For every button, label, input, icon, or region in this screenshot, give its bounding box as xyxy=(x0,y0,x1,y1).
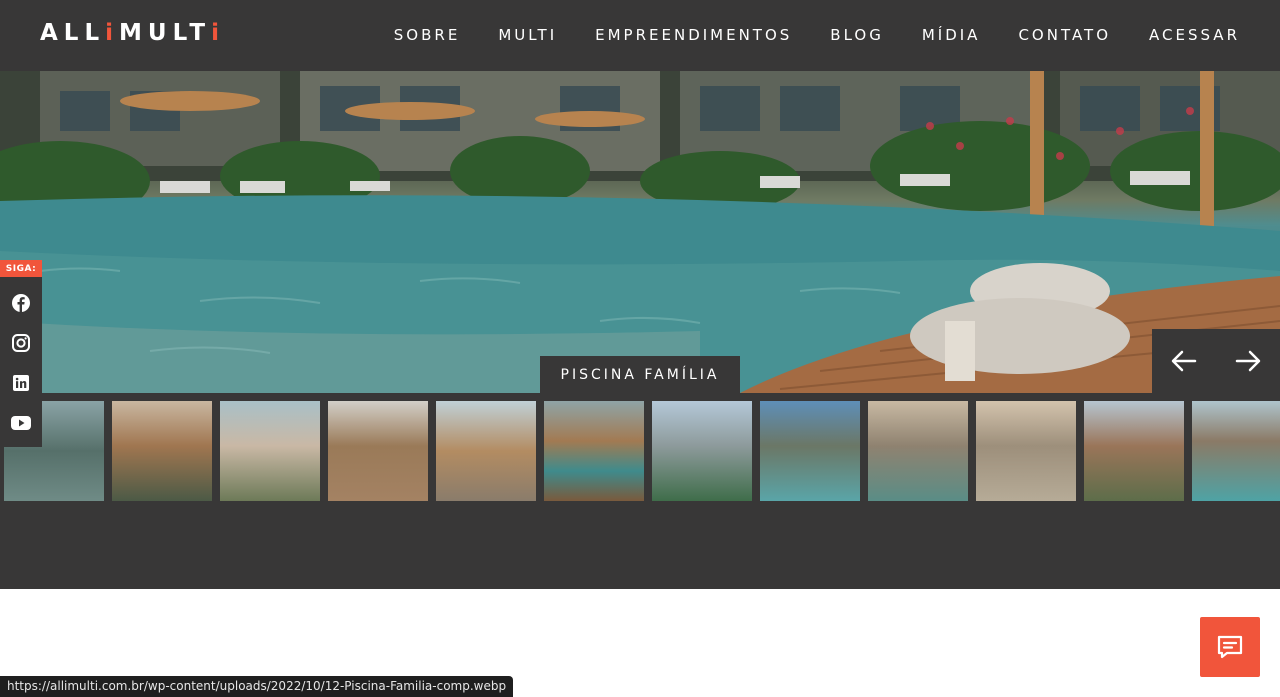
social-sidebar: SIGA: xyxy=(0,260,42,447)
logo-text-part2: MULTi xyxy=(119,20,226,46)
nav-item-contato[interactable]: CONTATO xyxy=(1018,24,1111,46)
social-label: SIGA: xyxy=(0,260,42,277)
facebook-icon xyxy=(12,294,30,312)
prev-slide-button[interactable] xyxy=(1152,329,1216,393)
logo-text-part1: ALLi xyxy=(40,20,120,46)
thumbnail[interactable] xyxy=(1084,401,1184,501)
thumbnail[interactable] xyxy=(220,401,320,501)
thumbnail[interactable] xyxy=(652,401,752,501)
nav-item-acessar[interactable]: ACESSAR xyxy=(1149,24,1240,46)
thumbnail[interactable] xyxy=(760,401,860,501)
logo-accent-letter: i xyxy=(105,20,120,46)
thumbnail[interactable] xyxy=(976,401,1076,501)
thumbnail[interactable] xyxy=(544,401,644,501)
arrow-right-icon xyxy=(1235,350,1261,372)
logo-accent-letter: i xyxy=(211,20,226,46)
gallery-section: PISCINA FAMÍLIA xyxy=(0,71,1280,589)
thumbnail[interactable] xyxy=(868,401,968,501)
arrow-left-icon xyxy=(1171,350,1197,372)
youtube-icon xyxy=(11,416,31,430)
youtube-link[interactable] xyxy=(0,403,42,443)
main-nav: SOBRE MULTI EMPREENDIMENTOS BLOG MÍDIA C… xyxy=(356,24,1240,46)
nav-item-sobre[interactable]: SOBRE xyxy=(394,24,461,46)
nav-item-midia[interactable]: MÍDIA xyxy=(922,24,981,46)
instagram-link[interactable] xyxy=(0,323,42,363)
nav-item-multi[interactable]: MULTI xyxy=(498,24,557,46)
thumbnail[interactable] xyxy=(1192,401,1280,501)
thumbnail-strip xyxy=(4,401,1280,501)
next-slide-button[interactable] xyxy=(1216,329,1280,393)
linkedin-link[interactable] xyxy=(0,363,42,403)
linkedin-icon xyxy=(13,375,29,391)
hero-image: PISCINA FAMÍLIA xyxy=(0,71,1280,393)
pool-scene-image xyxy=(0,71,1280,393)
nav-item-empreendimentos[interactable]: EMPREENDIMENTOS xyxy=(595,24,792,46)
slider-controls xyxy=(1152,329,1280,393)
facebook-link[interactable] xyxy=(0,283,42,323)
slide-caption: PISCINA FAMÍLIA xyxy=(540,356,740,393)
status-bar-url: https://allimulti.com.br/wp-content/uplo… xyxy=(0,676,514,697)
site-header: ALLi MULTi SOBRE MULTI EMPREENDIMENTOS BL… xyxy=(0,0,1280,71)
thumbnail[interactable] xyxy=(328,401,428,501)
chat-icon xyxy=(1217,635,1243,659)
thumbnail[interactable] xyxy=(436,401,536,501)
nav-item-blog[interactable]: BLOG xyxy=(830,24,884,46)
thumbnail[interactable] xyxy=(112,401,212,501)
logo[interactable]: ALLi MULTi xyxy=(40,20,225,46)
instagram-icon xyxy=(12,334,30,352)
chat-button[interactable] xyxy=(1200,617,1260,677)
